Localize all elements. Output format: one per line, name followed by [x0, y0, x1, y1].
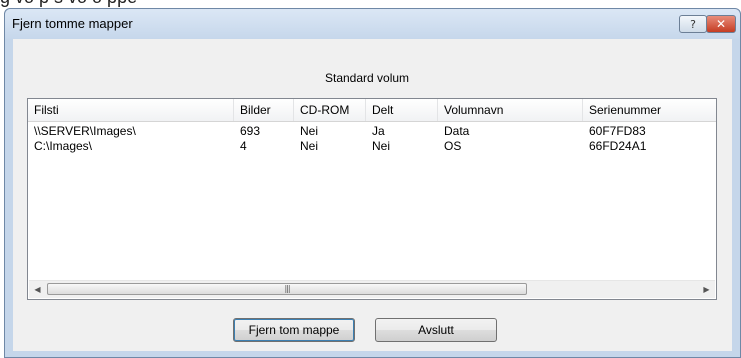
remove-empty-folder-button[interactable]: Fjern tom mappe	[233, 318, 355, 342]
cell-delt: Ja	[372, 124, 385, 138]
volume-label: Standard volum	[325, 71, 410, 85]
column-header-cdrom[interactable]: CD-ROM	[294, 99, 366, 121]
chevron-right-icon: ▶	[703, 285, 710, 294]
title-bar[interactable]: Fjern tomme mapper ? ✕	[5, 9, 740, 39]
close-button[interactable]: ✕	[706, 15, 736, 33]
column-header-bilder[interactable]: Bilder	[234, 99, 294, 121]
cell-filsti: \\SERVER\Images\	[34, 124, 136, 138]
horizontal-scrollbar[interactable]: ◀ ||| ▶	[29, 280, 715, 298]
cell-cdrom: Nei	[300, 124, 319, 138]
grip-icon: |||	[284, 284, 290, 293]
column-header-volumnavn[interactable]: Volumnavn	[438, 99, 583, 121]
close-icon: ✕	[715, 17, 727, 31]
cell-volumnavn: Data	[444, 124, 470, 138]
list-header: Filsti Bilder CD-ROM Delt Volumnavn Seri…	[28, 99, 716, 122]
help-icon: ?	[690, 17, 696, 31]
cell-delt: Nei	[372, 139, 391, 153]
volume-list[interactable]: Filsti Bilder CD-ROM Delt Volumnavn Seri…	[27, 98, 717, 300]
column-header-delt[interactable]: Delt	[366, 99, 438, 121]
exit-button[interactable]: Avslutt	[375, 318, 497, 342]
chevron-left-icon: ◀	[34, 285, 41, 294]
column-header-filsti[interactable]: Filsti	[28, 99, 234, 121]
window-title: Fjern tomme mapper	[12, 16, 133, 31]
cell-bilder: 4	[240, 139, 247, 153]
help-button[interactable]: ?	[679, 15, 707, 33]
cell-cdrom: Nei	[300, 139, 319, 153]
table-row[interactable]: C:\Images\ 4 Nei Nei OS 66FD24A1	[28, 139, 716, 154]
cell-serienummer: 60F7FD83	[589, 124, 646, 138]
background-page-text: g vo p s vo o ppe	[0, 0, 137, 8]
dialog-client-area: Standard volum Filsti Bilder CD-ROM Delt…	[13, 39, 732, 351]
cell-filsti: C:\Images\	[34, 139, 93, 153]
background-page-strip: g vo p s vo o ppe	[0, 0, 741, 8]
scroll-left-button[interactable]: ◀	[29, 281, 46, 298]
scroll-right-button[interactable]: ▶	[698, 281, 715, 298]
cell-bilder: 693	[240, 124, 261, 138]
column-header-serienummer[interactable]: Serienummer	[583, 99, 716, 121]
dialog-window: Fjern tomme mapper ? ✕ Standard volum Fi…	[4, 8, 741, 358]
table-row[interactable]: \\SERVER\Images\ 693 Nei Ja Data 60F7FD8…	[28, 124, 716, 139]
cell-serienummer: 66FD24A1	[589, 139, 647, 153]
cell-volumnavn: OS	[444, 139, 462, 153]
scrollbar-thumb[interactable]: |||	[47, 283, 527, 295]
